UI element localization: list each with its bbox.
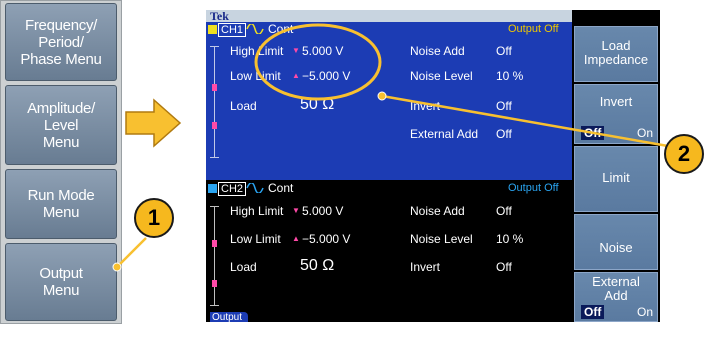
external-add-label: External Add [592, 274, 640, 303]
external-add-softkey[interactable]: External Add Off On [574, 272, 658, 322]
run-mode-menu-button[interactable]: Run Mode Menu [5, 169, 117, 239]
ch2-high-limit-label: High Limit [230, 204, 284, 218]
output-menu-button[interactable]: Output Menu [5, 243, 117, 321]
ch1-label: CH1 [218, 23, 247, 37]
ch2-noise-level-value: 10 % [496, 232, 524, 246]
limit-label: Limit [602, 170, 630, 185]
ch1-external-add-label: External Add [410, 127, 479, 141]
external-add-on-option: On [636, 305, 653, 319]
ch1-limit-marker [212, 84, 217, 91]
ch1-invert-label: Invert [410, 99, 441, 113]
ch1-load-value: 50 Ω [300, 96, 335, 113]
limit-softkey[interactable]: Limit [574, 146, 658, 212]
sine-wave-icon [246, 183, 264, 193]
ch2-panel: CH2 Cont Output Off High Limit ▼ 5.000 V… [206, 180, 572, 312]
ch2-limit-marker [212, 240, 217, 247]
ch1-high-limit-label: High Limit [230, 44, 284, 58]
sine-wave-icon [246, 24, 264, 34]
ch1-limit-marker [212, 122, 217, 129]
up-triangle-icon: ▲ [292, 234, 300, 243]
arrow-right-icon [125, 98, 182, 148]
ch2-low-limit-label: Low Limit [230, 232, 281, 246]
scale-cap [210, 46, 219, 47]
callout-2-badge: 2 [664, 134, 704, 174]
ch2-limit-scale [214, 206, 215, 306]
brand-logo: Tek [206, 10, 572, 22]
ch2-low-limit-value: −5.000 V [302, 232, 351, 246]
ch1-external-add-value: Off [496, 127, 512, 141]
noise-label: Noise [599, 240, 633, 255]
amplitude-level-menu-button[interactable]: Amplitude/ Level Menu [5, 85, 117, 165]
ch1-noise-add-label: Noise Add [410, 44, 465, 58]
scale-cap [210, 206, 219, 207]
load-impedance-softkey[interactable]: Load Impedance [574, 26, 658, 82]
invert-label: Invert [599, 94, 633, 109]
ch2-output-status: Output Off [508, 182, 559, 194]
external-add-off-option: Off [581, 305, 605, 319]
ch1-invert-value: Off [496, 99, 512, 113]
ch2-run-mode: Cont [268, 181, 294, 195]
scale-cap [210, 157, 219, 158]
down-triangle-icon: ▼ [292, 206, 300, 215]
ch1-run-mode: Cont [268, 22, 294, 36]
invert-softkey[interactable]: Invert Off On [574, 84, 658, 144]
ch2-invert-value: Off [496, 260, 512, 274]
ch2-noise-add-value: Off [496, 204, 512, 218]
ch2-high-limit-value: 5.000 V [302, 204, 344, 218]
ch1-low-limit-value: −5.000 V [302, 69, 351, 83]
front-panel-bezel: Frequency/ Period/ Phase Menu Amplitude/… [0, 0, 122, 324]
ch1-noise-add-value: Off [496, 44, 512, 58]
ch2-noise-level-label: Noise Level [410, 232, 473, 246]
ch2-load-label: Load [230, 260, 257, 274]
ch2-load-value: 50 Ω [300, 257, 335, 274]
down-triangle-icon: ▼ [292, 46, 300, 55]
ch2-color-square [208, 184, 217, 193]
ch2-label: CH2 [218, 182, 247, 196]
ch1-color-square [208, 25, 217, 34]
scale-cap [210, 305, 219, 306]
ch2-limit-marker [212, 280, 217, 287]
external-add-toggle: Off On [581, 305, 653, 319]
ch1-noise-level-value: 10 % [496, 69, 524, 83]
ch1-limit-scale [214, 46, 215, 158]
callout-1-badge: 1 [134, 198, 174, 238]
ch1-load-label: Load [230, 99, 257, 113]
invert-on-option: On [636, 126, 653, 140]
ch2-noise-add-label: Noise Add [410, 204, 465, 218]
ch1-high-limit-value: 5.000 V [302, 44, 344, 58]
tab-output[interactable]: Output [210, 312, 249, 323]
invert-off-option: Off [581, 126, 605, 140]
up-triangle-icon: ▲ [292, 71, 300, 80]
ch1-noise-level-label: Noise Level [410, 69, 473, 83]
ch2-invert-label: Invert [410, 260, 441, 274]
invert-toggle: Off On [581, 126, 653, 140]
ch1-low-limit-label: Low Limit [230, 69, 281, 83]
menu-tab-strip: Output [206, 312, 572, 323]
frequency-period-phase-menu-button[interactable]: Frequency/ Period/ Phase Menu [5, 3, 117, 81]
ch1-output-status: Output Off [508, 23, 559, 35]
ch1-panel: CH1 Cont Output Off High Limit ▼ 5.000 V… [206, 22, 572, 180]
load-impedance-label: Load Impedance [583, 38, 649, 67]
noise-softkey[interactable]: Noise [574, 214, 658, 270]
